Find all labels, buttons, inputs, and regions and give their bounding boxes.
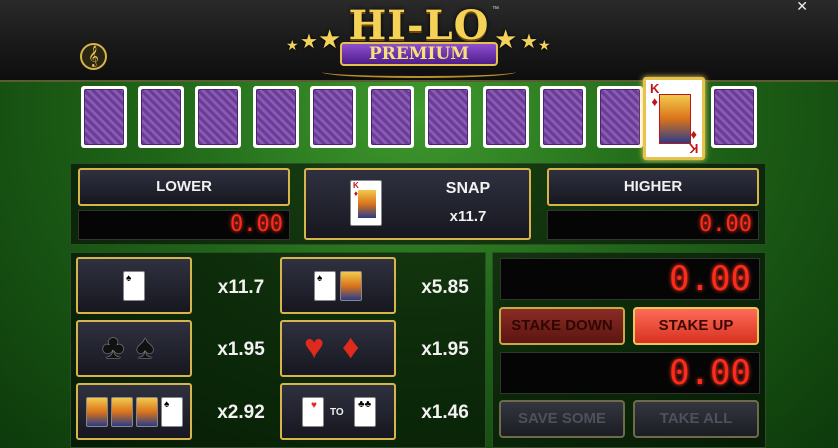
treble-clef-icon[interactable]: 𝄞	[80, 43, 107, 70]
heart-icon: ♥	[304, 328, 325, 366]
to-label: TO	[330, 407, 344, 418]
higher-button[interactable]: HIGHER	[547, 168, 759, 206]
logo-subtitle: PREMIUM	[340, 42, 498, 66]
snap-button[interactable]: K ♦ SNAP x11.7	[304, 168, 531, 240]
card-back	[711, 86, 757, 148]
club-icon: ♣	[102, 328, 125, 366]
higher-value: 0.00	[547, 210, 759, 240]
ace-card-icon: ♠	[314, 271, 336, 301]
card-back	[483, 86, 529, 148]
two-hearts-card-icon: ♥	[302, 397, 324, 427]
queen-card-icon	[111, 397, 133, 427]
game-table: ✕ ★ ★ ★ ★ ★ ★ HI-LO ™ PREMIUM 𝄞 K ♦ K ♦ L…	[0, 0, 838, 448]
card-back	[310, 86, 356, 148]
pair-bet-button[interactable]: ♠	[280, 257, 396, 314]
red-multiplier: x1.95	[421, 339, 469, 360]
game-logo: ★ ★ ★ ★ ★ ★ HI-LO ™ PREMIUM	[282, 2, 556, 82]
card-back	[81, 86, 127, 148]
black-bet-button[interactable]: ♣ ♠	[76, 320, 192, 377]
pair-multiplier: x5.85	[421, 277, 469, 298]
range-bet-button[interactable]: ♥ TO ♣♣	[280, 383, 396, 440]
card-back	[540, 86, 586, 148]
stake-up-button[interactable]: STAKE UP	[633, 307, 759, 345]
snap-multiplier: x11.7	[449, 208, 487, 225]
card-back	[368, 86, 414, 148]
ace-bet-button[interactable]: ♠	[76, 257, 192, 314]
ten-clubs-card-icon: ♣♣	[354, 397, 376, 427]
black-multiplier: x1.95	[217, 339, 265, 360]
current-card-suit: ♦	[651, 94, 659, 109]
lower-button[interactable]: LOWER	[78, 168, 290, 206]
take-all-button[interactable]: TAKE ALL	[633, 400, 759, 438]
ace-multiplier: x11.7	[217, 277, 265, 298]
snap-label: SNAP	[445, 180, 491, 197]
red-bet-button[interactable]: ♥ ♦	[280, 320, 396, 377]
lower-value: 0.00	[78, 210, 290, 240]
king-figure	[659, 94, 691, 144]
jack-card-icon	[86, 397, 108, 427]
stake-down-button[interactable]: STAKE DOWN	[499, 307, 625, 345]
card-back	[425, 86, 471, 148]
spade-icon: ♠	[136, 328, 155, 366]
diamond-icon: ♦	[342, 328, 360, 366]
close-icon[interactable]: ✕	[796, 0, 808, 15]
king-card-icon	[136, 397, 158, 427]
card-back	[253, 86, 299, 148]
king-card-icon	[340, 271, 362, 301]
save-some-button[interactable]: SAVE SOME	[499, 400, 625, 438]
picture-bet-button[interactable]: ♠	[76, 383, 192, 440]
range-multiplier: x1.46	[421, 402, 469, 423]
card-back	[195, 86, 241, 148]
ace-card-icon: ♠	[123, 271, 145, 301]
ace-card-icon: ♠	[161, 397, 183, 427]
snap-card-icon: K ♦	[350, 180, 382, 226]
win-display: 0.00	[500, 352, 760, 394]
logo-swirl	[322, 66, 516, 78]
card-back	[597, 86, 643, 148]
picture-multiplier: x2.92	[217, 402, 265, 423]
card-back	[138, 86, 184, 148]
current-card: K ♦ K ♦	[643, 77, 705, 160]
stake-display: 0.00	[500, 258, 760, 300]
trademark-mark: ™	[492, 6, 499, 13]
